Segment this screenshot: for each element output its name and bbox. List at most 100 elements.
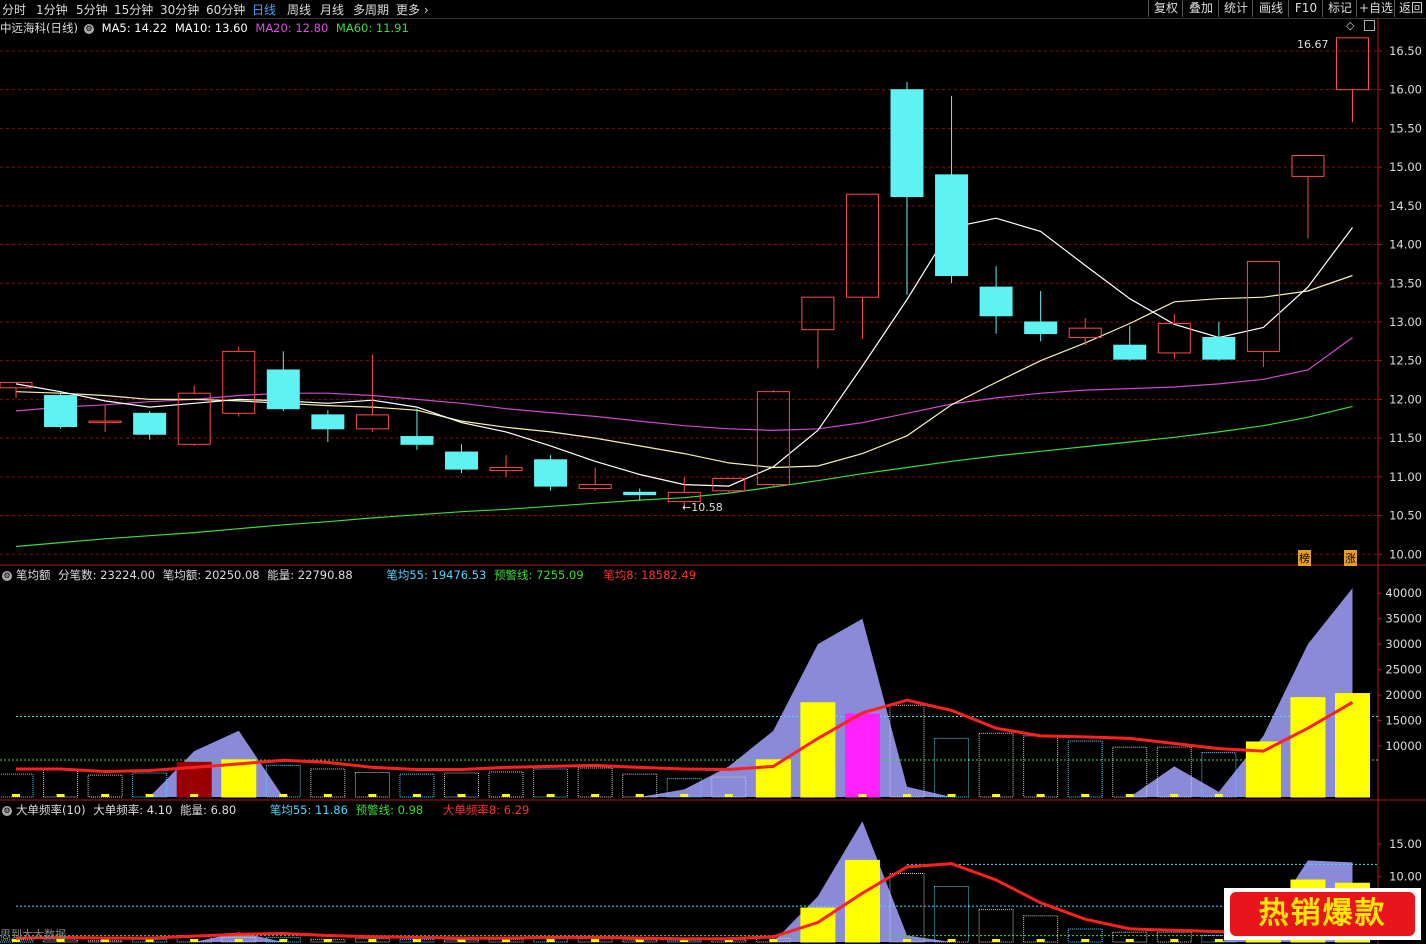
baseline-marker: [903, 794, 911, 797]
ma20-line: [15, 337, 1353, 432]
baseline-marker: [234, 939, 243, 942]
price-axis-label: 15.50: [1389, 121, 1422, 135]
price-axis-label: 16.50: [1389, 44, 1422, 58]
baseline-marker: [279, 794, 288, 797]
diamond-icon[interactable]: ◇: [1346, 19, 1354, 32]
indicator-bar: [1290, 697, 1326, 798]
indicator-axis-label: 15.00: [1389, 837, 1422, 851]
indicator-bar: [800, 702, 836, 798]
baseline-marker: [412, 939, 421, 942]
candle: [445, 451, 478, 470]
baseline-marker: [680, 794, 689, 797]
baseline-marker: [992, 794, 1001, 797]
candle: [133, 412, 167, 435]
baseline-marker: [1170, 794, 1179, 797]
indicator-bar: [43, 768, 79, 798]
indicator-bar: [0, 773, 34, 798]
price-axis-label: 11.50: [1389, 431, 1422, 445]
price-axis-label: 14.50: [1389, 199, 1422, 213]
candle: [400, 436, 434, 445]
baseline-marker: [769, 794, 778, 797]
candle: [311, 414, 345, 430]
indicator-bar: [310, 768, 346, 798]
candle: [1024, 321, 1058, 335]
baseline-marker: [858, 939, 867, 942]
indicator-bar: [934, 886, 970, 943]
indicator-bar: [1067, 740, 1103, 798]
price-axis-label: 12.00: [1389, 392, 1422, 406]
baseline-marker: [323, 939, 332, 942]
watermark-text: 思到大大数据: [0, 928, 66, 941]
rise-tag[interactable]: 涨: [1344, 550, 1357, 566]
panel-icon[interactable]: [1364, 20, 1375, 31]
baseline-marker: [234, 794, 243, 797]
baseline-marker: [724, 794, 733, 797]
baseline-marker: [1036, 794, 1045, 797]
indicator-bar: [978, 732, 1014, 798]
baseline-marker: [769, 939, 778, 942]
baseline-marker: [591, 794, 600, 797]
indicator-bar: [844, 713, 880, 798]
candle: [0, 381, 33, 389]
indicator-axis-label: 10.00: [1389, 870, 1422, 884]
baseline-marker: [56, 794, 65, 797]
baseline-marker: [1125, 939, 1134, 942]
indicator-axis-label: 10000: [1385, 739, 1422, 753]
indicator-bar: [577, 767, 613, 798]
price-axis-label: 14.00: [1389, 238, 1422, 252]
baseline-marker: [1259, 794, 1268, 797]
baseline-marker: [1214, 939, 1223, 942]
price-axis-label: 10.50: [1389, 509, 1422, 523]
candle: [890, 89, 924, 198]
rank-tag[interactable]: 榜: [1298, 550, 1311, 566]
candle: [222, 350, 256, 414]
baseline-marker: [947, 939, 956, 942]
price-axis-label: 13.00: [1389, 315, 1422, 329]
baseline-marker: [1303, 794, 1312, 797]
indicator-axis-label: 35000: [1385, 612, 1422, 626]
baseline-marker: [368, 939, 377, 942]
indicator-bar: [444, 772, 479, 798]
candle: [578, 484, 612, 489]
indicator-axis-label: 30000: [1385, 637, 1422, 651]
baseline-marker: [1348, 794, 1357, 797]
candle: [177, 392, 211, 445]
indicator-bar: [87, 774, 123, 798]
price-axis-label: 11.00: [1389, 470, 1422, 484]
baseline-marker: [1125, 794, 1134, 797]
price-axis-label: 10.00: [1389, 547, 1422, 561]
indicator-bar: [1023, 735, 1059, 798]
candle: [1336, 37, 1369, 91]
candle: [979, 286, 1013, 317]
indicator-bar: [978, 908, 1014, 943]
baseline-marker: [412, 794, 421, 797]
indicator-axis-label: 20000: [1385, 688, 1422, 702]
indicator-axis-label: 15000: [1385, 714, 1422, 728]
candle: [1246, 261, 1280, 352]
candle: [44, 395, 78, 427]
baseline-marker: [12, 794, 20, 797]
baseline-marker: [368, 794, 377, 797]
baseline-marker: [1081, 939, 1090, 942]
indicator-axis-label: 40000: [1385, 586, 1422, 600]
baseline-marker: [546, 939, 555, 942]
baseline-marker: [813, 794, 822, 797]
candle: [534, 459, 568, 487]
baseline-marker: [591, 939, 600, 942]
candle: [623, 491, 657, 496]
chart-canvas[interactable]: 10.00 10.50 11.00 11.50 12.00 12.50 13.00 13.50…: [0, 0, 1426, 944]
price-axis-label: 15.00: [1389, 160, 1422, 174]
baseline-marker: [502, 794, 511, 797]
indicator-bar: [354, 772, 390, 798]
baseline-marker: [190, 939, 199, 942]
baseline-marker: [101, 794, 110, 797]
indicator-bar: [399, 773, 435, 798]
baseline-marker: [903, 939, 911, 942]
baseline-marker: [1081, 794, 1090, 797]
baseline-marker: [1170, 939, 1179, 942]
indicator-bar: [488, 771, 524, 798]
candle: [88, 420, 122, 424]
ma10-line: [15, 274, 1353, 469]
promo-badge[interactable]: 热销爆款: [1224, 888, 1421, 940]
candle: [801, 296, 835, 331]
